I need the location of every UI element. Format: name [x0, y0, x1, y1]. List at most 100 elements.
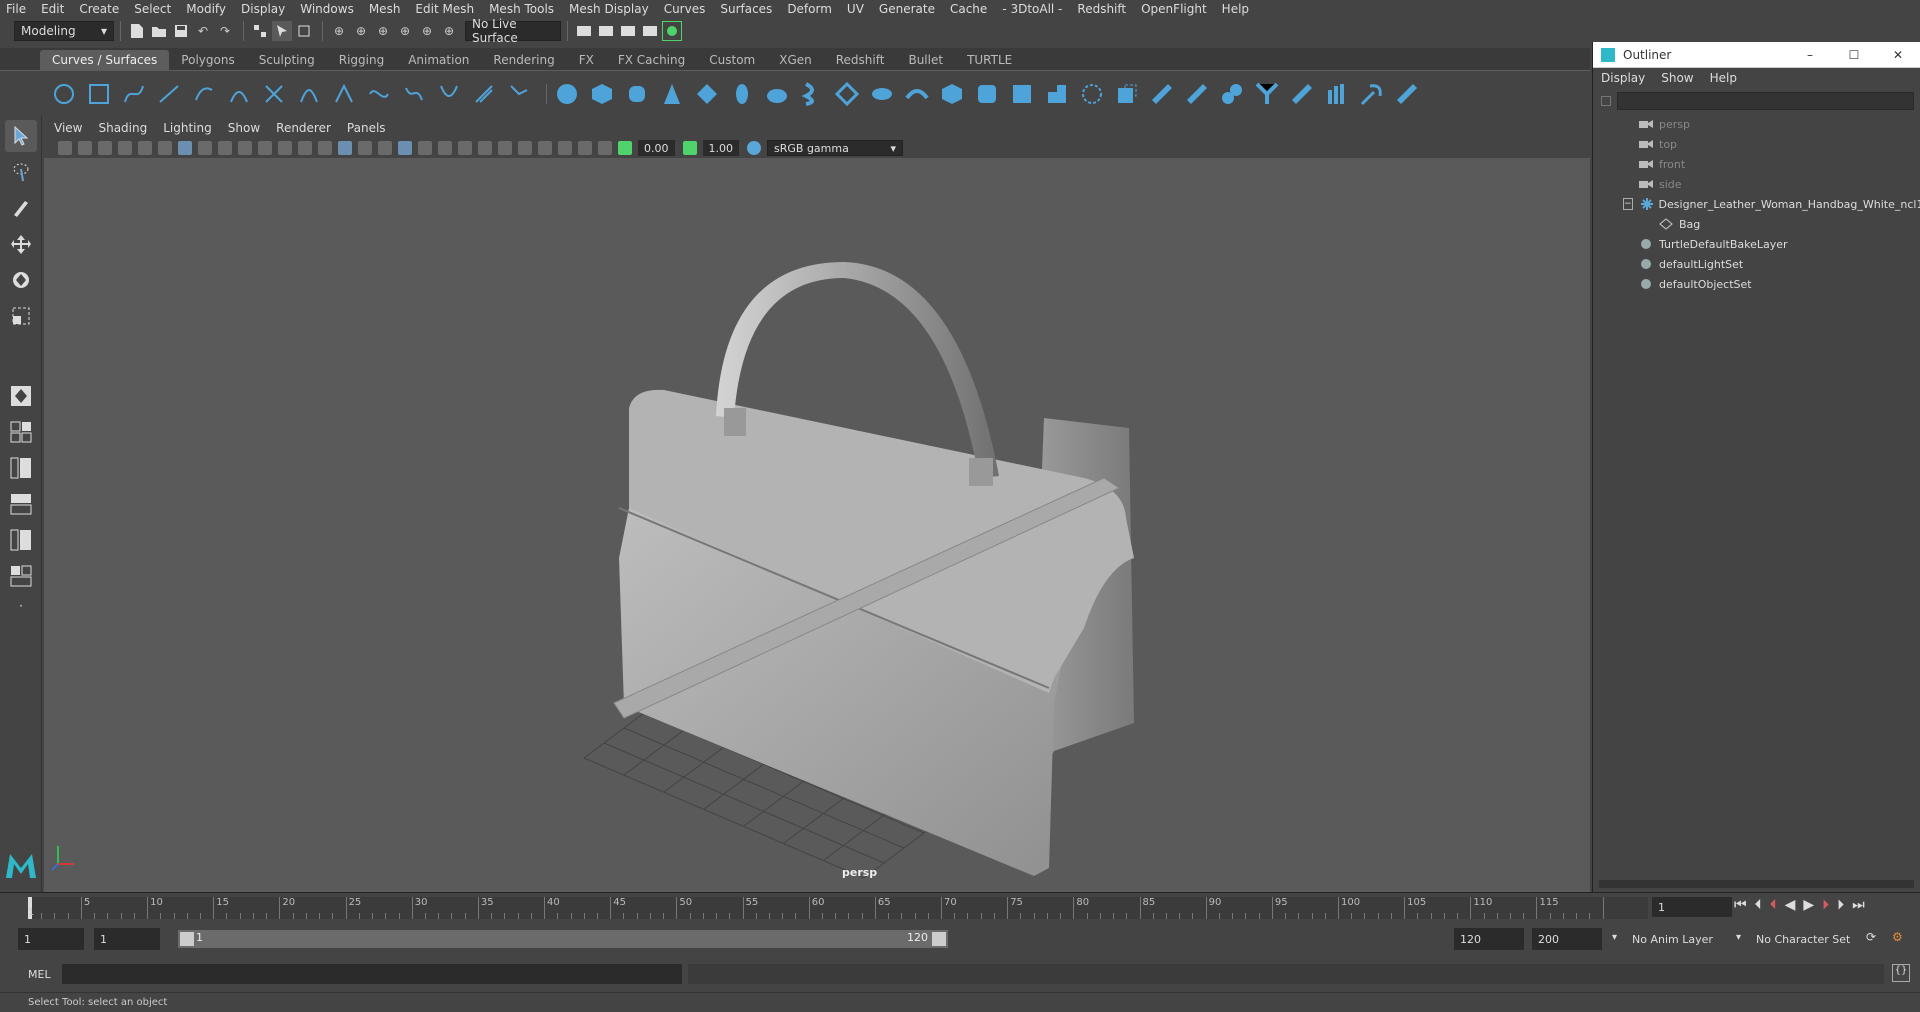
range-handle-start[interactable]	[180, 932, 194, 946]
rebuild-surface-icon[interactable]	[1393, 80, 1421, 108]
cv-curve-icon[interactable]	[120, 80, 148, 108]
auto-key-icon[interactable]: ⟳	[1866, 930, 1876, 944]
playback-end-field[interactable]: 120	[1454, 928, 1524, 950]
collapse-icon[interactable]: −	[1623, 198, 1633, 210]
menu-edit[interactable]: Edit	[41, 2, 64, 16]
nurbs-cube-icon[interactable]	[588, 80, 616, 108]
time-slider[interactable]: 5 10 15 20 25 30 35 40 45 50 55 60 65 70 75 80 85 90 95 100…	[0, 892, 1920, 922]
nurbs-cylinder-icon[interactable]	[623, 80, 651, 108]
menu-help[interactable]: Help	[1222, 2, 1249, 16]
2d-pan-zoom-icon[interactable]	[138, 141, 152, 155]
shelf-tab-rendering[interactable]: Rendering	[481, 50, 566, 70]
menu-cache[interactable]: Cache	[950, 2, 987, 16]
range-handle-end[interactable]	[932, 932, 946, 946]
persp-outliner-layout-icon[interactable]	[5, 452, 37, 484]
play-backwards-icon[interactable]: ◀	[1785, 897, 1796, 913]
wireframe-on-shaded-icon[interactable]	[378, 141, 392, 155]
nurbs-sphere-icon[interactable]	[553, 80, 581, 108]
undo-icon[interactable]: ↶	[193, 21, 213, 41]
shelf-tab-custom[interactable]: Custom	[697, 50, 767, 70]
move-tool-icon[interactable]	[5, 228, 37, 260]
panel-menu-view[interactable]: View	[54, 121, 82, 135]
menu-mesh-tools[interactable]: Mesh Tools	[489, 2, 554, 16]
snap-view-plane-icon[interactable]: ⊕	[395, 21, 415, 41]
hypershade-icon[interactable]	[640, 21, 660, 41]
attach-curves-icon[interactable]	[260, 80, 288, 108]
shelf-tab-animation[interactable]: Animation	[396, 50, 481, 70]
safe-title-icon[interactable]	[298, 141, 312, 155]
outliner-menu-show[interactable]: Show	[1661, 71, 1693, 85]
xray-icon[interactable]	[398, 141, 412, 155]
offset-curve-icon[interactable]	[400, 80, 428, 108]
outliner-item[interactable]: side	[1593, 174, 1920, 194]
step-back-frame-icon[interactable]: ⏴	[1755, 897, 1762, 913]
maximize-icon[interactable]: ☐	[1832, 48, 1876, 62]
menu-deform[interactable]: Deform	[787, 2, 832, 16]
outliner-menu-help[interactable]: Help	[1710, 71, 1737, 85]
boundary-icon[interactable]	[973, 80, 1001, 108]
range-slider[interactable]: 1 120	[178, 930, 948, 948]
bookmarks-icon[interactable]	[98, 141, 112, 155]
extend-curve-icon[interactable]	[365, 80, 393, 108]
cmdline-language-label[interactable]: MEL	[28, 968, 51, 981]
scale-tool-icon[interactable]	[5, 300, 37, 332]
playback-start-field[interactable]: 1	[94, 928, 160, 950]
rotate-tool-icon[interactable]	[5, 264, 37, 296]
detach-curves-icon[interactable]	[295, 80, 323, 108]
persp-uv-layout-icon[interactable]	[5, 560, 37, 592]
film-gate-icon[interactable]	[198, 141, 212, 155]
reverse-curve-icon[interactable]	[435, 80, 463, 108]
rebuild-curve-icon[interactable]	[470, 80, 498, 108]
snap-grid-icon[interactable]: ⊕	[329, 21, 349, 41]
select-by-object-icon[interactable]	[272, 21, 292, 41]
exposure-field[interactable]: 0.00	[638, 140, 675, 156]
menu-file[interactable]: File	[6, 2, 26, 16]
current-frame-field[interactable]: 1	[1652, 897, 1732, 917]
outliner-item[interactable]: persp	[1593, 114, 1920, 134]
anim-preferences-icon[interactable]: ⚙	[1892, 930, 1903, 944]
resolution-gate-icon[interactable]	[218, 141, 232, 155]
shelf-tab-xgen[interactable]: XGen	[767, 50, 824, 70]
menu-display[interactable]: Display	[241, 2, 285, 16]
birail-icon[interactable]	[903, 80, 931, 108]
time-ruler[interactable]: 5 10 15 20 25 30 35 40 45 50 55 60 65 70 75 80 85 90 95 100…	[28, 897, 1648, 919]
select-camera-icon[interactable]	[58, 141, 72, 155]
open-close-surface-icon[interactable]	[1253, 80, 1281, 108]
outliner-item[interactable]: defaultLightSet	[1593, 254, 1920, 274]
menu-edit-mesh[interactable]: Edit Mesh	[415, 2, 474, 16]
toolbox-expand-icon[interactable]: ·	[5, 596, 37, 616]
redo-icon[interactable]: ↷	[215, 21, 235, 41]
panel-menu-shading[interactable]: Shading	[98, 121, 147, 135]
go-to-start-icon[interactable]: ⏮	[1734, 897, 1747, 913]
panel-menu-show[interactable]: Show	[228, 121, 260, 135]
anti-aliasing-icon[interactable]	[518, 141, 532, 155]
menu-mesh-display[interactable]: Mesh Display	[569, 2, 649, 16]
gate-mask-icon[interactable]	[238, 141, 252, 155]
menu-curves[interactable]: Curves	[664, 2, 706, 16]
color-space-selector[interactable]: sRGB gamma ▾	[767, 140, 903, 156]
color-management-icon[interactable]	[747, 141, 761, 155]
ipr-render-icon[interactable]	[596, 21, 616, 41]
detach-surfaces-icon[interactable]	[1218, 80, 1246, 108]
intersect-icon[interactable]	[1078, 80, 1106, 108]
insert-isoparm-icon[interactable]	[1288, 80, 1316, 108]
shelf-tab-polygons[interactable]: Polygons	[169, 50, 246, 70]
snap-magnet-icon[interactable]: ⊕	[439, 21, 459, 41]
close-icon[interactable]: ✕	[1876, 48, 1920, 62]
trim-icon[interactable]	[1113, 80, 1141, 108]
arc-tool-icon[interactable]	[225, 80, 253, 108]
single-perspective-layout-icon[interactable]	[5, 380, 37, 412]
outliner-item[interactable]: top	[1593, 134, 1920, 154]
four-view-layout-icon[interactable]	[5, 416, 37, 448]
menu-openflight[interactable]: OpenFlight	[1141, 2, 1207, 16]
shelf-tab-redshift[interactable]: Redshift	[824, 50, 897, 70]
field-chart-icon[interactable]	[258, 141, 272, 155]
outliner-item[interactable]: − Designer_Leather_Woman_Handbag_White_nc…	[1593, 194, 1920, 214]
insert-knot-icon[interactable]	[330, 80, 358, 108]
textured-icon[interactable]	[418, 141, 432, 155]
nurbs-plane-icon[interactable]	[693, 80, 721, 108]
new-scene-icon[interactable]	[127, 21, 147, 41]
outliner-scrollbar[interactable]	[1599, 880, 1914, 888]
offset-surface-icon[interactable]	[1358, 80, 1386, 108]
square-surface-icon[interactable]	[1008, 80, 1036, 108]
